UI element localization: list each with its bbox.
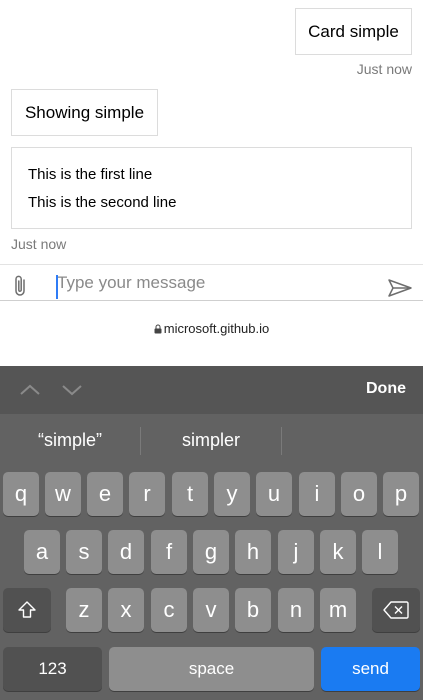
send-icon[interactable] xyxy=(387,277,413,299)
key-m[interactable]: m xyxy=(320,588,356,632)
chat-transcript[interactable]: Card simple Just now Showing simple This… xyxy=(0,0,423,264)
text-caret xyxy=(56,275,58,299)
space-key[interactable]: space xyxy=(109,647,314,691)
message-input[interactable] xyxy=(55,271,357,295)
user-message-bubble: Card simple xyxy=(295,8,412,55)
suggestion-divider xyxy=(281,427,282,455)
shift-icon xyxy=(18,601,36,618)
onscreen-keyboard: “simple” simpler q w e r t y u i o p a s… xyxy=(0,414,423,700)
key-z[interactable]: z xyxy=(66,588,102,632)
shift-key[interactable] xyxy=(3,588,51,632)
browser-url-bar[interactable]: microsoft.github.io xyxy=(0,301,423,366)
bot-message-text: Showing simple xyxy=(24,102,145,122)
key-n[interactable]: n xyxy=(278,588,314,632)
backspace-key[interactable] xyxy=(372,588,420,632)
key-d[interactable]: d xyxy=(108,530,144,574)
key-q[interactable]: q xyxy=(3,472,39,516)
key-h[interactable]: h xyxy=(235,530,271,574)
key-f[interactable]: f xyxy=(151,530,187,574)
backspace-icon xyxy=(383,601,409,619)
paperclip-icon[interactable] xyxy=(11,274,31,298)
numbers-key[interactable]: 123 xyxy=(3,647,102,691)
key-c[interactable]: c xyxy=(151,588,187,632)
card-line-2: This is the second line xyxy=(28,194,177,211)
done-button[interactable]: Done xyxy=(366,380,406,398)
key-i[interactable]: i xyxy=(299,472,335,516)
lock-icon xyxy=(154,324,162,334)
key-x[interactable]: x xyxy=(108,588,144,632)
key-r[interactable]: r xyxy=(129,472,165,516)
key-p[interactable]: p xyxy=(383,472,419,516)
key-g[interactable]: g xyxy=(193,530,229,574)
message-composer xyxy=(0,264,423,301)
bot-message-bubble: Showing simple xyxy=(11,89,158,136)
predictive-bar: “simple” simpler xyxy=(0,414,423,468)
card-line-1: This is the first line xyxy=(28,166,153,183)
key-b[interactable]: b xyxy=(235,588,271,632)
key-e[interactable]: e xyxy=(87,472,123,516)
user-message-text: Card simple xyxy=(308,21,399,41)
key-k[interactable]: k xyxy=(320,530,356,574)
keyboard-accessory-bar: Done xyxy=(0,366,423,414)
bot-card: This is the first line This is the secon… xyxy=(11,147,412,229)
bot-message-timestamp: Just now xyxy=(11,236,67,252)
key-t[interactable]: t xyxy=(172,472,208,516)
suggestion-2[interactable]: simpler xyxy=(141,430,281,451)
chevron-down-icon[interactable] xyxy=(60,380,84,400)
send-key[interactable]: send xyxy=(321,647,420,691)
key-l[interactable]: l xyxy=(362,530,398,574)
key-w[interactable]: w xyxy=(45,472,81,516)
key-u[interactable]: u xyxy=(256,472,292,516)
key-o[interactable]: o xyxy=(341,472,377,516)
key-y[interactable]: y xyxy=(214,472,250,516)
url-text: microsoft.github.io xyxy=(163,321,270,336)
key-a[interactable]: a xyxy=(24,530,60,574)
user-message-timestamp: Just now xyxy=(356,61,412,77)
chevron-up-icon[interactable] xyxy=(18,380,42,400)
key-v[interactable]: v xyxy=(193,588,229,632)
key-j[interactable]: j xyxy=(278,530,314,574)
suggestion-1[interactable]: “simple” xyxy=(0,430,140,451)
key-s[interactable]: s xyxy=(66,530,102,574)
